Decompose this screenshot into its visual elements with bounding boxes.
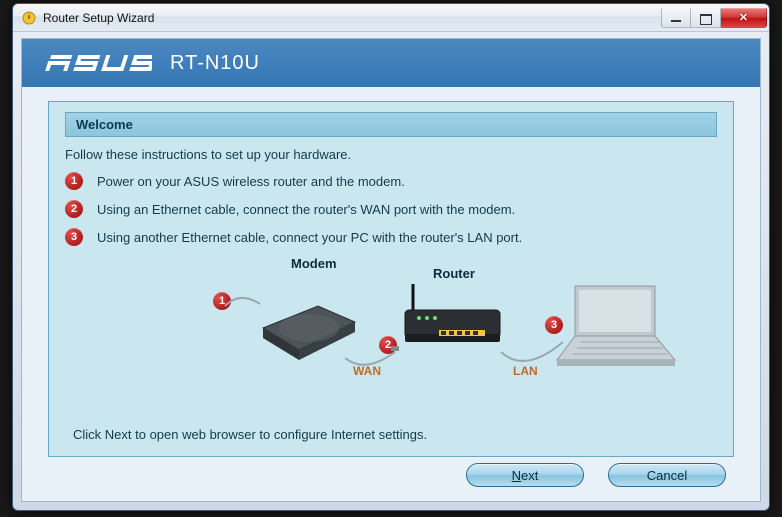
- model-label: RT-N10U: [170, 52, 260, 75]
- client-area: RT-N10U Welcome Follow these instruction…: [21, 38, 761, 502]
- content-panel: Welcome Follow these instructions to set…: [48, 101, 734, 457]
- close-button[interactable]: [721, 8, 767, 28]
- window-title: Router Setup Wizard: [43, 11, 154, 25]
- step-2-text: Using an Ethernet cable, connect the rou…: [97, 202, 515, 217]
- footnote-text: Click Next to open web browser to config…: [73, 427, 427, 442]
- minimize-button[interactable]: [661, 8, 691, 28]
- wizard-window: Router Setup Wizard: [12, 3, 770, 511]
- step-badge-2-icon: 2: [65, 200, 83, 218]
- step-1: 1 Power on your ASUS wireless router and…: [65, 172, 717, 190]
- step-2: 2 Using an Ethernet cable, connect the r…: [65, 200, 717, 218]
- step-badge-3-icon: 3: [65, 228, 83, 246]
- wizard-header: RT-N10U: [22, 39, 760, 87]
- step-3: 3 Using another Ethernet cable, connect …: [65, 228, 717, 246]
- connection-diagram: Modem Router WAN LAN 1 2 3: [65, 256, 717, 396]
- maximize-button[interactable]: [691, 8, 721, 28]
- section-title: Welcome: [65, 112, 717, 137]
- step-1-text: Power on your ASUS wireless router and t…: [97, 174, 405, 189]
- step-3-text: Using another Ethernet cable, connect yo…: [97, 230, 522, 245]
- diagram-illustration: [65, 256, 717, 396]
- step-badge-1-icon: 1: [65, 172, 83, 190]
- next-button[interactable]: Next: [466, 463, 584, 487]
- cancel-button[interactable]: Cancel: [608, 463, 726, 487]
- asus-logo: [42, 50, 152, 76]
- titlebar[interactable]: Router Setup Wizard: [13, 4, 769, 32]
- intro-text: Follow these instructions to set up your…: [65, 147, 717, 162]
- app-icon: [21, 10, 37, 26]
